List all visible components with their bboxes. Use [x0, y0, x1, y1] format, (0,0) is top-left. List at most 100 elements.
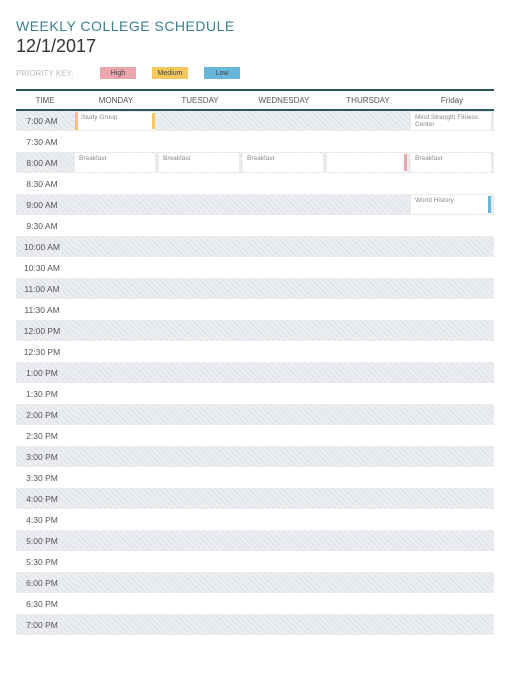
schedule-cell[interactable] — [74, 320, 158, 341]
schedule-cell[interactable]: Breakfast — [74, 152, 158, 173]
schedule-cell[interactable] — [74, 614, 158, 635]
schedule-cell[interactable] — [242, 173, 326, 194]
schedule-cell[interactable] — [410, 341, 494, 362]
schedule-cell[interactable] — [158, 446, 242, 467]
schedule-cell[interactable] — [326, 215, 410, 236]
schedule-cell[interactable] — [74, 362, 158, 383]
schedule-cell[interactable]: Breakfast — [242, 152, 326, 173]
schedule-cell[interactable] — [242, 530, 326, 551]
schedule-cell[interactable] — [410, 215, 494, 236]
schedule-cell[interactable] — [242, 341, 326, 362]
schedule-cell[interactable] — [410, 131, 494, 152]
schedule-cell[interactable] — [326, 467, 410, 488]
schedule-cell[interactable] — [242, 404, 326, 425]
event-cell[interactable]: Mind Strength Fitness Center — [411, 112, 491, 130]
schedule-cell[interactable] — [74, 572, 158, 593]
schedule-cell[interactable] — [410, 173, 494, 194]
schedule-cell[interactable] — [242, 509, 326, 530]
schedule-cell[interactable] — [158, 509, 242, 530]
event-cell[interactable]: Breakfast — [243, 153, 323, 172]
schedule-cell[interactable] — [158, 614, 242, 635]
schedule-cell[interactable] — [326, 383, 410, 404]
schedule-cell[interactable] — [158, 320, 242, 341]
schedule-cell[interactable] — [74, 194, 158, 215]
schedule-cell[interactable] — [242, 320, 326, 341]
schedule-cell[interactable] — [410, 551, 494, 572]
schedule-cell[interactable] — [158, 530, 242, 551]
schedule-cell[interactable] — [326, 509, 410, 530]
schedule-cell[interactable] — [410, 383, 494, 404]
schedule-cell[interactable] — [326, 152, 410, 173]
event-cell[interactable]: Breakfast — [159, 153, 239, 172]
schedule-cell[interactable] — [74, 257, 158, 278]
schedule-cell[interactable] — [242, 551, 326, 572]
schedule-cell[interactable] — [242, 236, 326, 257]
schedule-cell[interactable] — [242, 425, 326, 446]
schedule-cell[interactable] — [326, 362, 410, 383]
schedule-cell[interactable] — [242, 362, 326, 383]
schedule-cell[interactable] — [410, 593, 494, 614]
schedule-cell[interactable] — [410, 299, 494, 320]
schedule-cell[interactable] — [326, 593, 410, 614]
schedule-cell[interactable] — [242, 488, 326, 509]
schedule-cell[interactable] — [410, 509, 494, 530]
schedule-cell[interactable] — [158, 383, 242, 404]
schedule-cell[interactable] — [410, 236, 494, 257]
schedule-cell[interactable] — [242, 194, 326, 215]
schedule-cell[interactable] — [158, 467, 242, 488]
schedule-cell[interactable]: Mind Strength Fitness Center — [410, 110, 494, 131]
event-cell[interactable] — [327, 153, 407, 172]
schedule-cell[interactable] — [410, 614, 494, 635]
schedule-cell[interactable] — [74, 173, 158, 194]
schedule-cell[interactable] — [74, 551, 158, 572]
schedule-cell[interactable] — [326, 131, 410, 152]
schedule-cell[interactable] — [74, 488, 158, 509]
schedule-cell[interactable] — [74, 404, 158, 425]
schedule-cell[interactable] — [326, 425, 410, 446]
schedule-cell[interactable] — [326, 257, 410, 278]
schedule-cell[interactable] — [326, 614, 410, 635]
schedule-cell[interactable] — [326, 446, 410, 467]
schedule-cell[interactable] — [410, 320, 494, 341]
schedule-cell[interactable] — [326, 572, 410, 593]
schedule-cell[interactable] — [326, 173, 410, 194]
schedule-cell[interactable] — [326, 551, 410, 572]
schedule-cell[interactable] — [326, 341, 410, 362]
schedule-cell[interactable] — [158, 551, 242, 572]
schedule-cell[interactable] — [158, 425, 242, 446]
schedule-cell[interactable]: Breakfast — [158, 152, 242, 173]
schedule-cell[interactable] — [242, 110, 326, 131]
schedule-cell[interactable] — [158, 194, 242, 215]
schedule-cell[interactable] — [158, 572, 242, 593]
schedule-cell[interactable] — [242, 446, 326, 467]
schedule-cell[interactable] — [326, 236, 410, 257]
schedule-cell[interactable] — [326, 530, 410, 551]
schedule-cell[interactable] — [242, 131, 326, 152]
schedule-cell[interactable] — [242, 593, 326, 614]
schedule-cell[interactable]: Study Group — [74, 110, 158, 131]
schedule-cell[interactable] — [242, 299, 326, 320]
schedule-cell[interactable] — [410, 530, 494, 551]
schedule-cell[interactable] — [410, 446, 494, 467]
schedule-cell[interactable] — [410, 278, 494, 299]
schedule-cell[interactable]: Breakfast — [410, 152, 494, 173]
schedule-cell[interactable] — [158, 215, 242, 236]
schedule-cell[interactable] — [326, 488, 410, 509]
schedule-cell[interactable] — [326, 320, 410, 341]
event-cell[interactable]: Breakfast — [75, 153, 155, 172]
schedule-cell[interactable] — [158, 404, 242, 425]
schedule-cell[interactable] — [74, 278, 158, 299]
schedule-cell[interactable] — [242, 215, 326, 236]
schedule-cell[interactable] — [242, 257, 326, 278]
schedule-cell[interactable] — [158, 131, 242, 152]
schedule-cell[interactable] — [410, 362, 494, 383]
schedule-cell[interactable] — [74, 131, 158, 152]
schedule-cell[interactable] — [242, 467, 326, 488]
schedule-cell[interactable] — [74, 425, 158, 446]
schedule-cell[interactable] — [158, 110, 242, 131]
schedule-cell[interactable] — [410, 467, 494, 488]
event-cell[interactable]: Study Group — [75, 112, 155, 130]
schedule-cell[interactable] — [74, 530, 158, 551]
schedule-cell[interactable] — [326, 194, 410, 215]
schedule-cell[interactable] — [242, 383, 326, 404]
